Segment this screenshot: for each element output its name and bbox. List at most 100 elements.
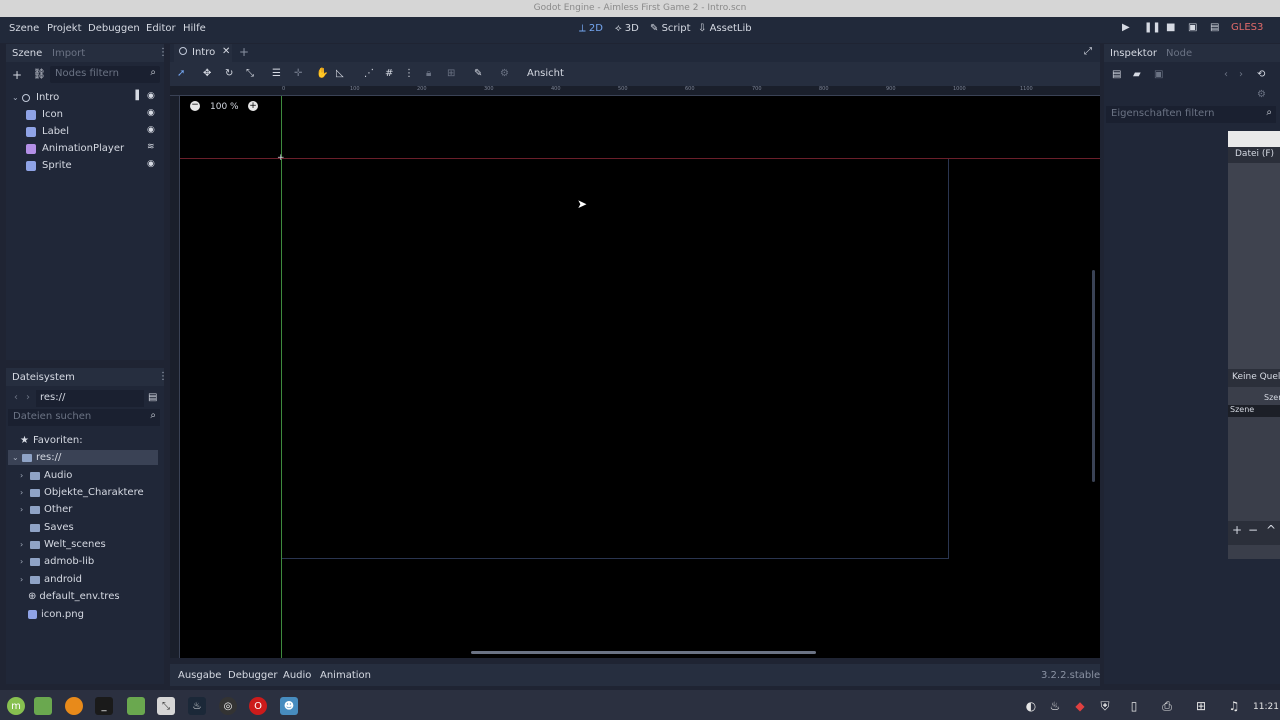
shield-icon[interactable]: ⛨	[1096, 697, 1114, 715]
tab-inspector[interactable]: Inspektor	[1110, 48, 1157, 59]
signal-icon[interactable]: ≋	[147, 142, 155, 152]
steam-tray-icon[interactable]: ♨	[1046, 697, 1064, 715]
view-menu[interactable]: Ansicht	[527, 68, 564, 79]
list-select-icon[interactable]: ☰	[272, 68, 281, 79]
lock-icon[interactable]: 🔒︎	[426, 68, 431, 79]
tree-node-animationplayer[interactable]: AnimationPlayer	[26, 140, 124, 157]
printer-icon[interactable]: ⎙	[1158, 697, 1176, 715]
grid-snap-icon[interactable]: #	[385, 68, 393, 79]
back-arrow-icon[interactable]: ‹	[1224, 69, 1228, 80]
dock-menu-icon[interactable]: ⋮	[158, 371, 168, 382]
smart-snap-icon[interactable]: ⋰	[364, 68, 374, 79]
script-icon[interactable]: ▐	[132, 91, 139, 101]
menu-editor[interactable]: Editor	[146, 23, 176, 34]
file-item[interactable]: › admob-lib	[20, 553, 94, 570]
bone-icon[interactable]: ⚙	[500, 68, 509, 79]
snap-options-icon[interactable]: ⋮	[404, 68, 414, 79]
menu-debug[interactable]: Debuggen	[88, 23, 140, 34]
scale-mode-icon[interactable]: ⤡	[246, 68, 254, 79]
file-item[interactable]: › Other	[20, 501, 72, 518]
canvas-viewport[interactable]: 0 100 200 300 400 500 600 700 800 900 10…	[170, 86, 1100, 658]
tab-filesystem[interactable]: Dateisystem	[12, 372, 75, 383]
tree-node-sprite[interactable]: Sprite	[26, 157, 72, 174]
rotate-mode-icon[interactable]: ↻	[225, 68, 233, 79]
visibility-eye-icon[interactable]: ◉	[147, 108, 155, 118]
visibility-eye-icon[interactable]: ◉	[147, 159, 155, 169]
menu-project[interactable]: Projekt	[47, 23, 82, 34]
overlay-scene-item[interactable]: Szene	[1230, 405, 1254, 414]
godot-icon[interactable]: ☻	[280, 697, 298, 715]
pause-icon[interactable]: ❚❚	[1144, 22, 1161, 33]
play-icon[interactable]: ▶	[1122, 22, 1130, 33]
menu-help[interactable]: Hilfe	[183, 23, 206, 34]
horizontal-scrollbar[interactable]	[471, 651, 816, 654]
file-item[interactable]: Saves	[30, 519, 74, 536]
file-search-input[interactable]: Dateien suchen ⌕	[8, 409, 160, 426]
stop-icon[interactable]: ■	[1166, 22, 1175, 33]
add-tab-icon[interactable]: +	[239, 45, 249, 59]
select-mode-icon[interactable]: ➚	[177, 68, 185, 79]
anydesk-tray-icon[interactable]: ◆	[1071, 697, 1089, 715]
close-icon[interactable]: ✕	[222, 46, 230, 57]
software-manager-icon[interactable]: ⤡	[157, 697, 175, 715]
workspace-3d-button[interactable]: ⟡ 3D	[615, 23, 639, 34]
chevron-up-icon[interactable]: ^	[1266, 523, 1276, 537]
favorites-row[interactable]: ★ Favoriten:	[20, 432, 83, 449]
tab-animation[interactable]: Animation	[320, 670, 371, 681]
menu-scene[interactable]: Szene	[9, 23, 39, 34]
group-icon[interactable]: ⊞	[447, 68, 455, 79]
firefox-icon[interactable]	[65, 697, 83, 715]
file-item[interactable]: › Welt_scenes	[20, 536, 106, 553]
clipboard-icon[interactable]: ▯	[1125, 697, 1143, 715]
opera-icon[interactable]: O	[249, 697, 267, 715]
steam-app-icon[interactable]: ♨	[188, 697, 206, 715]
clock[interactable]: 11:21	[1253, 702, 1279, 712]
history-icon[interactable]: ⟲	[1257, 69, 1265, 80]
files-icon[interactable]	[127, 697, 145, 715]
move-mode-icon[interactable]: ✥	[203, 68, 211, 79]
obs-icon[interactable]: ◎	[219, 697, 237, 715]
distraction-free-icon[interactable]: ⤢	[1084, 46, 1092, 57]
tab-import[interactable]: Import	[52, 48, 85, 59]
property-filter-input[interactable]: Eigenschaften filtern ⌕	[1106, 106, 1276, 123]
pan-mode-icon[interactable]: ✋	[316, 68, 328, 79]
play-scene-icon[interactable]: ▣	[1188, 22, 1197, 33]
tab-node[interactable]: Node	[1166, 48, 1192, 59]
node-filter-input[interactable]: Nodes filtern ⌕	[50, 66, 160, 83]
tree-node-intro[interactable]: ⌄ Intro	[12, 89, 59, 106]
audio-icon[interactable]: ♫	[1225, 697, 1243, 715]
add-icon[interactable]: +	[1232, 523, 1242, 537]
new-resource-icon[interactable]: ▤	[1112, 69, 1121, 80]
zoom-level[interactable]: 100 %	[210, 102, 239, 112]
res-root-row[interactable]: ⌄ res://	[12, 449, 61, 466]
add-node-icon[interactable]: +	[12, 68, 22, 82]
network-icon[interactable]: ⊞	[1192, 697, 1210, 715]
vertical-scrollbar[interactable]	[1092, 270, 1095, 482]
pivot-icon[interactable]: ✛	[294, 68, 302, 79]
tools-icon[interactable]: ⚙	[1257, 89, 1266, 100]
terminal-icon[interactable]: _	[95, 697, 113, 715]
play-custom-scene-icon[interactable]: ▤	[1210, 22, 1219, 33]
tab-audio[interactable]: Audio	[283, 670, 311, 681]
obs-tray-icon[interactable]: ◐	[1022, 697, 1040, 715]
tab-scene[interactable]: Szene	[12, 48, 42, 59]
workspace-2d-button[interactable]: ⟂ 2D	[579, 23, 603, 34]
workspace-assetlib-button[interactable]: ⇩ AssetLib	[698, 23, 752, 34]
zoom-out-icon[interactable]: −	[190, 101, 200, 111]
forward-arrow-icon[interactable]: ›	[1239, 69, 1243, 80]
show-desktop-icon[interactable]	[34, 697, 52, 715]
tree-node-label[interactable]: Label	[26, 123, 69, 140]
file-item[interactable]: › android	[20, 571, 82, 588]
file-item[interactable]: icon.png	[28, 606, 84, 623]
visibility-eye-icon[interactable]: ◉	[147, 91, 155, 101]
file-item[interactable]: ⊕ default_env.tres	[28, 588, 120, 605]
forward-arrow-icon[interactable]: ›	[26, 392, 30, 403]
renderer-select[interactable]: GLES3	[1231, 22, 1263, 33]
ruler-mode-icon[interactable]: ◺	[336, 68, 344, 79]
visibility-eye-icon[interactable]: ◉	[147, 125, 155, 135]
dock-menu-icon[interactable]: ⋮	[158, 47, 168, 58]
tree-node-icon[interactable]: Icon	[26, 106, 63, 123]
workspace-script-button[interactable]: ✎ Script	[650, 23, 691, 34]
open-folder-icon[interactable]: ▰	[1133, 69, 1141, 80]
save-icon[interactable]: ▣	[1154, 69, 1163, 80]
